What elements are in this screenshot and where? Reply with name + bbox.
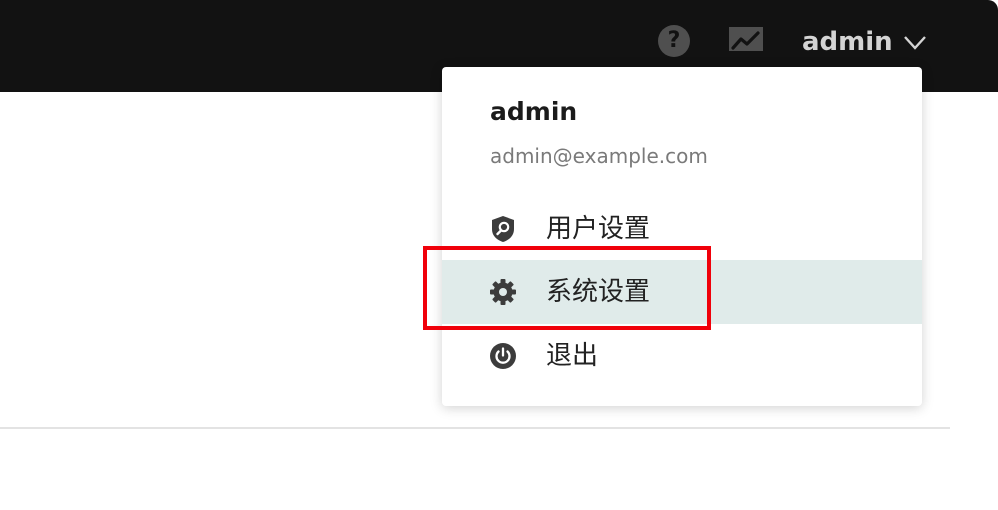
- activity-chart-icon[interactable]: [729, 27, 763, 55]
- user-dropdown-menu: admin admin@example.com 用户设置 系统设置 退出: [442, 67, 922, 406]
- shield-search-icon: [492, 216, 514, 242]
- content-divider: [0, 427, 950, 429]
- menu-item-system-settings[interactable]: 系统设置: [442, 260, 922, 324]
- menu-item-logout[interactable]: 退出: [442, 324, 922, 388]
- dropdown-user-email: admin@example.com: [490, 144, 708, 168]
- power-icon: [490, 343, 516, 369]
- dropdown-user-name: admin: [490, 97, 578, 126]
- chevron-down-icon: [903, 36, 926, 50]
- menu-item-label: 退出: [546, 341, 599, 371]
- help-icon[interactable]: ?: [658, 25, 690, 57]
- menu-item-label: 系统设置: [546, 277, 651, 307]
- menu-item-label: 用户设置: [546, 214, 651, 244]
- user-menu-toggle[interactable]: admin: [802, 22, 927, 62]
- menu-item-user-settings[interactable]: 用户设置: [442, 197, 922, 261]
- user-menu-toggle-label: admin: [802, 27, 893, 57]
- gear-icon: [490, 279, 516, 305]
